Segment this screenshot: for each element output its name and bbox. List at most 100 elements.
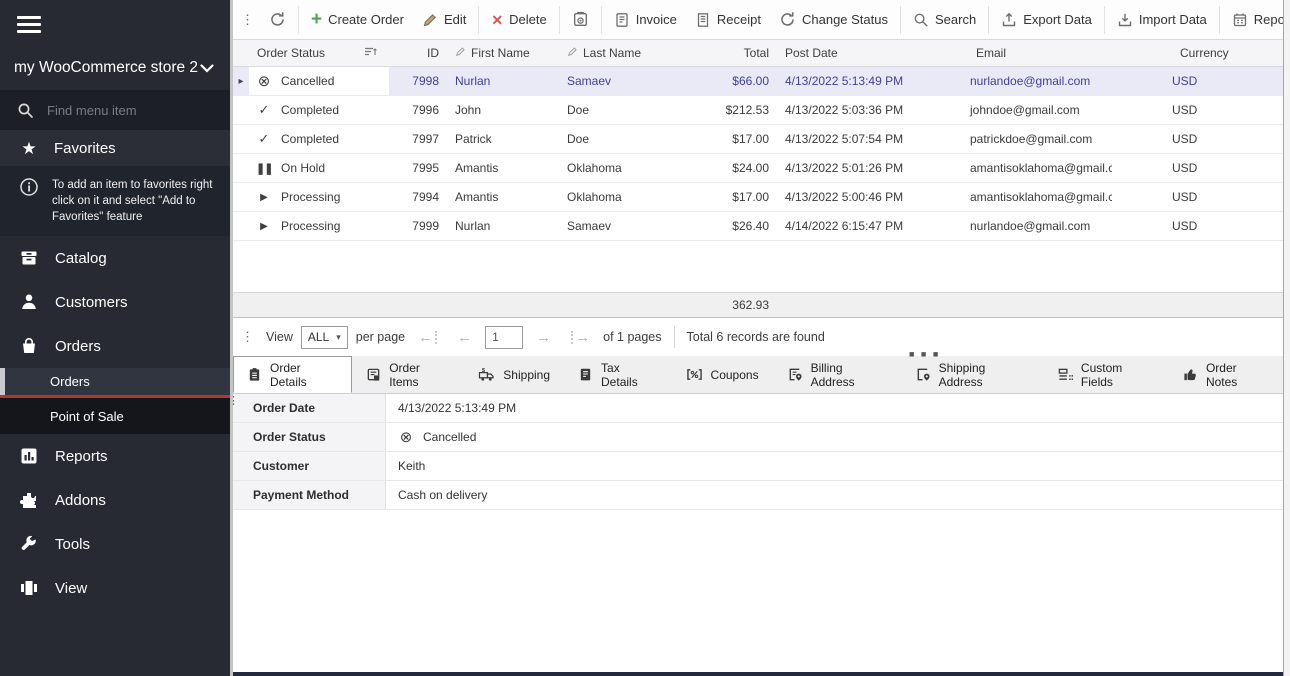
column-header-last-name[interactable]: Last Name xyxy=(559,40,707,66)
email-cell[interactable]: patrickdoe@gmail.com xyxy=(942,125,1112,153)
post-date-cell[interactable]: 4/13/2022 5:01:26 PM xyxy=(777,154,942,182)
change-status-button[interactable]: Change Status xyxy=(770,5,897,35)
order-row[interactable]: ✓Completed 7997 Patrick Doe $17.00 4/13/… xyxy=(233,125,1283,154)
order-row[interactable]: ✓Completed 7996 John Doe $212.53 4/13/20… xyxy=(233,96,1283,125)
currency-cell[interactable]: USD xyxy=(1112,183,1283,211)
last-name-cell[interactable]: Doe xyxy=(559,96,707,124)
post-date-cell[interactable]: 4/13/2022 5:13:49 PM xyxy=(777,67,942,95)
order-status-cell[interactable]: ▶Processing xyxy=(249,212,389,240)
sidebar-item-favorites[interactable]: ★ Favorites xyxy=(0,130,230,166)
email-cell[interactable]: nurlandoe@gmail.com xyxy=(942,67,1112,95)
first-name-cell[interactable]: John xyxy=(447,96,559,124)
order-status-cell[interactable]: ❚❚On Hold xyxy=(249,154,389,182)
column-header-order-status[interactable]: Order Status xyxy=(249,40,389,66)
last-page-button[interactable]: → xyxy=(564,329,595,346)
detail-value[interactable]: 4/13/2022 5:13:49 PM xyxy=(386,394,1283,422)
sidebar-item-view[interactable]: View xyxy=(0,566,230,610)
export-data-button[interactable]: Export Data xyxy=(992,5,1101,35)
column-header-currency[interactable]: Currency xyxy=(1112,40,1283,66)
email-cell[interactable]: amantisoklahoma@gmail.com xyxy=(942,154,1112,182)
email-cell[interactable]: johndoe@gmail.com xyxy=(942,96,1112,124)
refresh-button[interactable] xyxy=(260,5,295,35)
pager-grip-icon[interactable]: ⋮ xyxy=(237,329,258,345)
tab-shipping-address[interactable]: Shipping Address xyxy=(901,356,1043,393)
last-name-cell[interactable]: Doe xyxy=(559,125,707,153)
invoice-button[interactable]: Invoice xyxy=(605,5,686,35)
total-cell[interactable]: $17.00 xyxy=(707,125,777,153)
sidebar-item-customers[interactable]: Customers xyxy=(0,280,230,324)
sidebar-item-orders[interactable]: Orders xyxy=(0,324,230,368)
column-header-id[interactable]: ID xyxy=(389,40,447,66)
order-id-cell[interactable]: 7997 xyxy=(389,125,447,153)
preview-invoice-button[interactable] xyxy=(563,5,598,35)
page-size-select[interactable]: ALL ▾ xyxy=(301,326,348,349)
column-header-total[interactable]: Total xyxy=(707,40,777,66)
create-order-button[interactable]: + Create Order xyxy=(302,5,413,35)
search-button[interactable]: Search xyxy=(904,5,985,35)
last-name-cell[interactable]: Oklahoma xyxy=(559,154,707,182)
currency-cell[interactable]: USD xyxy=(1112,67,1283,95)
detail-value[interactable]: Cash on delivery xyxy=(386,481,1283,509)
hamburger-menu-icon[interactable] xyxy=(17,16,41,33)
last-name-cell[interactable]: Samaev xyxy=(559,67,707,95)
tab-shipping[interactable]: $ Shipping xyxy=(464,356,564,393)
tab-custom-fields[interactable]: Custom Fields xyxy=(1043,356,1169,393)
sidebar-item-addons[interactable]: Addons xyxy=(0,478,230,522)
toolbar-grip-icon[interactable]: ⋮ xyxy=(237,12,260,28)
order-id-cell[interactable]: 7999 xyxy=(389,212,447,240)
detail-value[interactable]: Keith xyxy=(386,452,1283,480)
first-name-cell[interactable]: Nurlan xyxy=(447,212,559,240)
tab-order-items[interactable]: Order Items xyxy=(352,356,464,393)
tab-coupons[interactable]: Coupons xyxy=(672,356,773,393)
sidebar-item-tools[interactable]: Tools xyxy=(0,522,230,566)
sidebar-subitem-point-of-sale[interactable]: Point of Sale xyxy=(0,398,230,434)
post-date-cell[interactable]: 4/14/2022 6:15:47 PM xyxy=(777,212,942,240)
order-row[interactable]: ❚❚On Hold 7995 Amantis Oklahoma $24.00 4… xyxy=(233,154,1283,183)
total-cell[interactable]: $24.00 xyxy=(707,154,777,182)
tab-order-notes[interactable]: Order Notes xyxy=(1169,356,1283,393)
page-number-input[interactable] xyxy=(485,326,523,349)
receipt-button[interactable]: Receipt xyxy=(686,5,770,35)
sidebar-subitem-orders[interactable]: Orders xyxy=(0,368,230,398)
email-cell[interactable]: nurlandoe@gmail.com xyxy=(942,212,1112,240)
first-name-cell[interactable]: Amantis xyxy=(447,183,559,211)
store-selector[interactable]: my WooCommerce store 2 xyxy=(0,46,230,90)
sidebar-item-reports[interactable]: Reports xyxy=(0,434,230,478)
panel-splitter-grip-icon[interactable]: ■ ■ ■ xyxy=(909,349,940,359)
tab-tax-details[interactable]: Tax Details xyxy=(564,356,672,393)
order-row[interactable]: ▸ ⊗Cancelled 7998 Nurlan Samaev $66.00 4… xyxy=(233,67,1283,96)
order-status-cell[interactable]: ▶Processing xyxy=(249,183,389,211)
first-page-button[interactable]: ← xyxy=(413,329,444,346)
delete-button[interactable]: ✕ Delete xyxy=(482,5,555,35)
currency-cell[interactable]: USD xyxy=(1112,154,1283,182)
currency-cell[interactable]: USD xyxy=(1112,96,1283,124)
column-header-email[interactable]: Email xyxy=(942,40,1112,66)
import-data-button[interactable]: Import Data xyxy=(1108,5,1216,35)
first-name-cell[interactable]: Nurlan xyxy=(447,67,559,95)
email-cell[interactable]: amantisoklahoma@gmail.com xyxy=(942,183,1112,211)
total-cell[interactable]: $26.40 xyxy=(707,212,777,240)
menu-search-input[interactable] xyxy=(47,103,197,118)
last-name-cell[interactable]: Oklahoma xyxy=(559,183,707,211)
sidebar-item-catalog[interactable]: Catalog xyxy=(0,236,230,280)
order-status-cell[interactable]: ✓Completed xyxy=(249,125,389,153)
first-name-cell[interactable]: Patrick xyxy=(447,125,559,153)
prev-page-button[interactable]: ← xyxy=(452,329,477,346)
order-id-cell[interactable]: 7995 xyxy=(389,154,447,182)
order-status-cell[interactable]: ⊗Cancelled xyxy=(249,67,389,95)
order-id-cell[interactable]: 7996 xyxy=(389,96,447,124)
column-header-first-name[interactable]: First Name xyxy=(447,40,559,66)
order-row[interactable]: ▶Processing 7999 Nurlan Samaev $26.40 4/… xyxy=(233,212,1283,241)
tab-billing-address[interactable]: Billing Address xyxy=(773,356,901,393)
reports-dropdown-button[interactable]: Reports ▾ xyxy=(1223,5,1290,35)
order-status-cell[interactable]: ✓Completed xyxy=(249,96,389,124)
post-date-cell[interactable]: 4/13/2022 5:00:46 PM xyxy=(777,183,942,211)
currency-cell[interactable]: USD xyxy=(1112,125,1283,153)
order-id-cell[interactable]: 7994 xyxy=(389,183,447,211)
total-cell[interactable]: $66.00 xyxy=(707,67,777,95)
order-id-cell[interactable]: 7998 xyxy=(389,67,447,95)
tab-order-details[interactable]: Order Details xyxy=(233,356,352,393)
post-date-cell[interactable]: 4/13/2022 5:07:54 PM xyxy=(777,125,942,153)
first-name-cell[interactable]: Amantis xyxy=(447,154,559,182)
column-header-post-date[interactable]: Post Date xyxy=(777,40,942,66)
